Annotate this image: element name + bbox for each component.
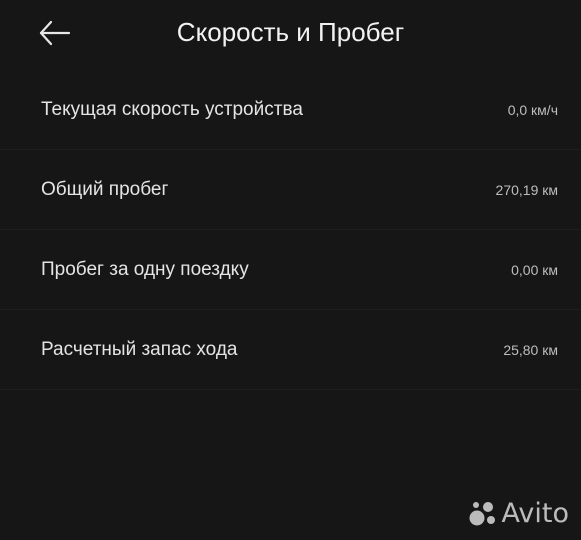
row-value: 0,0 км/ч xyxy=(507,102,558,118)
row-label: Пробег за одну поездку xyxy=(41,259,249,280)
row-current-speed: Текущая скорость устройства 0,0 км/ч xyxy=(0,70,581,150)
row-value: 270,19 км xyxy=(495,182,558,198)
watermark-text: Avito xyxy=(501,498,569,529)
row-value: 0,00 км xyxy=(511,262,558,278)
app-header: Скорость и Пробег xyxy=(0,0,581,66)
stats-list: Текущая скорость устройства 0,0 км/ч Общ… xyxy=(0,70,581,390)
page-title: Скорость и Пробег xyxy=(176,17,405,47)
row-trip-mileage: Пробег за одну поездку 0,00 км xyxy=(0,230,581,310)
row-label: Расчетный запас хода xyxy=(41,339,238,360)
row-total-mileage: Общий пробег 270,19 км xyxy=(0,150,581,230)
row-estimated-range: Расчетный запас хода 25,80 км xyxy=(0,310,581,390)
avito-dots-icon xyxy=(469,502,495,526)
avito-watermark: Avito xyxy=(468,498,569,530)
row-label: Общий пробег xyxy=(41,179,169,200)
row-label: Текущая скорость устройства xyxy=(41,99,303,120)
row-value: 25,80 км xyxy=(503,342,558,358)
